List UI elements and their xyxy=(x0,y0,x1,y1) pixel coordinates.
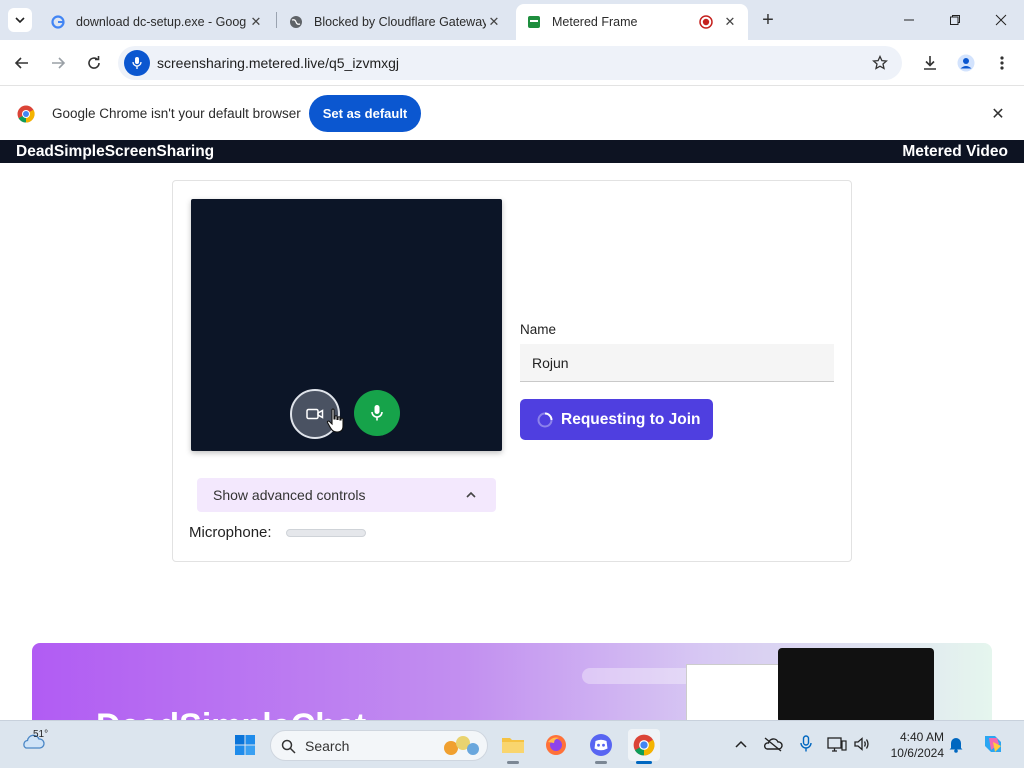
search-icon xyxy=(281,739,296,754)
infobar-message: Google Chrome isn't your default browser xyxy=(52,106,301,121)
discord-icon xyxy=(590,734,612,756)
forward-button[interactable] xyxy=(44,49,72,77)
address-bar[interactable]: screensharing.metered.live/q5_izvmxgj xyxy=(118,46,902,80)
firefox-taskbar-app[interactable] xyxy=(540,729,572,761)
chevron-down-icon xyxy=(15,17,25,24)
onedrive-offline-icon[interactable] xyxy=(762,733,784,755)
minimize-icon xyxy=(904,19,914,21)
restore-icon xyxy=(950,15,960,25)
running-indicator xyxy=(636,761,652,764)
video-camera-icon xyxy=(306,408,324,420)
promo-screenshot xyxy=(686,664,781,723)
tab-close-icon[interactable]: ✕ xyxy=(722,14,738,30)
search-highlight-icon xyxy=(444,736,479,755)
site-brand[interactable]: DeadSimpleScreenSharing xyxy=(16,143,214,161)
loading-spinner-icon xyxy=(537,412,553,427)
discord-taskbar-app[interactable] xyxy=(585,729,617,764)
microphone-icon xyxy=(371,405,383,421)
arrow-right-icon xyxy=(52,57,66,69)
google-icon xyxy=(50,14,66,30)
running-indicator xyxy=(595,761,607,764)
name-input[interactable] xyxy=(520,344,834,382)
file-explorer-taskbar-app[interactable] xyxy=(497,729,529,764)
tab-title: download dc-setup.exe - Goog xyxy=(76,15,247,29)
promo-banner: DeadSimpleChat xyxy=(32,643,992,723)
set-as-default-button[interactable]: Set as default xyxy=(309,95,421,132)
taskbar-clock[interactable]: 4:40 AM 10/6/2024 xyxy=(880,729,944,761)
metered-icon xyxy=(526,14,542,30)
browser-toolbar: screensharing.metered.live/q5_izvmxgj xyxy=(0,40,1024,86)
chrome-icon xyxy=(633,734,655,756)
advanced-controls-label: Show advanced controls xyxy=(213,487,366,503)
show-advanced-controls-toggle[interactable]: Show advanced controls xyxy=(197,478,496,512)
arrow-left-icon xyxy=(14,57,28,69)
folder-icon xyxy=(502,738,524,753)
bookmark-star-icon[interactable] xyxy=(870,53,890,73)
promo-decoration xyxy=(582,668,702,684)
firefox-icon xyxy=(546,735,566,755)
tab-download-dc-setup[interactable]: download dc-setup.exe - Goog ✕ xyxy=(40,4,274,40)
microphone-tray-icon[interactable] xyxy=(795,733,817,755)
start-button[interactable] xyxy=(229,729,261,761)
microphone-in-use-icon[interactable] xyxy=(124,50,150,76)
name-label: Name xyxy=(520,322,557,337)
default-browser-infobar: Google Chrome isn't your default browser… xyxy=(0,87,1024,140)
infobar-close-icon[interactable]: ✕ xyxy=(988,104,1008,124)
back-button[interactable] xyxy=(8,49,36,77)
tab-close-icon[interactable]: ✕ xyxy=(248,14,264,30)
clock-time: 4:40 AM xyxy=(899,730,944,744)
chrome-taskbar-app[interactable] xyxy=(628,729,660,764)
volume-icon[interactable] xyxy=(851,733,873,755)
profile-avatar-icon[interactable] xyxy=(953,50,979,76)
globe-icon xyxy=(288,14,304,30)
video-preview xyxy=(191,199,502,451)
tab-separator xyxy=(276,12,277,28)
tab-metered-frame[interactable]: Metered Frame ✕ xyxy=(516,4,748,40)
reload-icon xyxy=(88,56,100,69)
downloads-icon[interactable] xyxy=(917,50,943,76)
join-button-label: Requesting to Join xyxy=(561,410,701,428)
tab-blocked-cloudflare[interactable]: Blocked by Cloudflare Gateway ✕ xyxy=(278,4,512,40)
taskbar-search-box[interactable]: Search xyxy=(270,730,488,761)
reload-button[interactable] xyxy=(80,49,108,77)
tab-search-button[interactable] xyxy=(8,8,32,32)
kebab-menu-icon[interactable] xyxy=(989,50,1015,76)
metered-video-link[interactable]: Metered Video xyxy=(902,143,1008,161)
search-label: Search xyxy=(305,738,350,754)
chevron-up-icon xyxy=(466,491,476,498)
tab-strip: download dc-setup.exe - Goog ✕ Blocked b… xyxy=(0,0,1024,40)
tab-close-icon[interactable]: ✕ xyxy=(486,14,502,30)
windows-logo-icon xyxy=(235,735,255,755)
site-header: DeadSimpleScreenSharing Metered Video xyxy=(0,140,1024,163)
close-icon xyxy=(995,14,1007,26)
recording-icon xyxy=(698,14,714,30)
taskbar: 51° Search 4:40 AM 10/6/2024 xyxy=(0,720,1024,768)
weather-temperature: 51° xyxy=(33,729,49,740)
copilot-icon[interactable] xyxy=(980,731,1006,757)
restore-button[interactable] xyxy=(932,0,978,40)
new-tab-button[interactable]: + xyxy=(756,8,780,32)
microphone-label: Microphone: xyxy=(189,524,272,541)
running-indicator xyxy=(507,761,519,764)
requesting-to-join-button[interactable]: Requesting to Join xyxy=(520,399,713,440)
promo-chat-screenshot xyxy=(778,648,934,723)
minimize-button[interactable] xyxy=(886,0,932,40)
clock-date: 10/6/2024 xyxy=(890,746,944,760)
tab-title: Metered Frame xyxy=(552,15,638,29)
hand-pointer-cursor-icon xyxy=(326,408,346,434)
network-icon[interactable] xyxy=(826,733,848,755)
show-hidden-icons-chevron-icon[interactable] xyxy=(730,733,752,755)
address-url: screensharing.metered.live/q5_izvmxgj xyxy=(157,55,399,71)
close-window-button[interactable] xyxy=(978,0,1024,40)
microphone-toggle-button[interactable] xyxy=(354,390,400,436)
chrome-logo-icon xyxy=(17,105,35,123)
tab-title: Blocked by Cloudflare Gateway xyxy=(314,15,486,29)
microphone-level-meter xyxy=(286,529,366,537)
notification-bell-icon[interactable] xyxy=(945,733,967,755)
